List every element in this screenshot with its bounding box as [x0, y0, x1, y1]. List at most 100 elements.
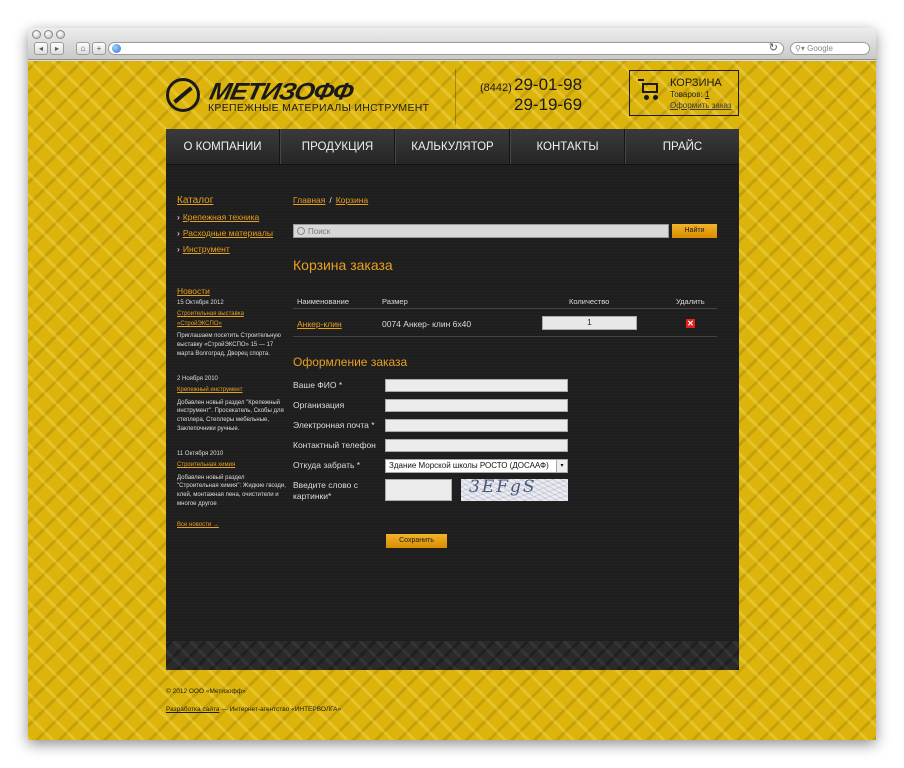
menu-item-products[interactable]: ПРОДУКЦИЯ — [280, 129, 395, 164]
home-button[interactable]: ⌂ — [76, 42, 90, 55]
news-item: 2 Ноября 2010 Крепежный инструмент Добав… — [177, 376, 287, 433]
organization-label: Организация — [293, 400, 345, 410]
cart-count: Товаров: 1 — [670, 90, 710, 99]
forward-button[interactable]: ▸ — [50, 42, 64, 55]
breadcrumb-home[interactable]: Главная — [293, 195, 325, 205]
col-qty: Количество — [569, 297, 610, 306]
minimize-window-button[interactable] — [44, 30, 53, 39]
news-item: 11 Октября 2010 Строительная химия Добав… — [177, 451, 287, 508]
news-text: Добавлен новый раздел "Крепежный инструм… — [177, 399, 284, 432]
developer-text: — Интернет-агентство «ИНТЕРВОЛГА» — [221, 706, 342, 713]
window-controls — [32, 30, 65, 39]
phone-2: 29-19-69 — [514, 95, 583, 114]
table-header: Наименование Размер Количество Удалить — [293, 293, 717, 309]
developer-link[interactable]: Разработка сайта — [166, 706, 219, 713]
page-background: МЕТИЗОФФ КРЕПЕЖНЫЕ МАТЕРИАЛЫ ИНСТРУМЕНТ … — [28, 61, 876, 740]
cart-count-link[interactable]: 1 — [705, 90, 709, 99]
catalog-title[interactable]: Каталог — [177, 195, 287, 206]
catalog-item[interactable]: › Крепежная техника — [177, 212, 287, 222]
home-icon: ⌂ — [80, 44, 86, 53]
cart-heading: Корзина заказа — [293, 257, 393, 273]
search-engine-icon: ⚲▾ — [795, 44, 808, 53]
table-row: Анкер-клин 0074 Анкер- клин 6х40 1 ✕ — [293, 309, 717, 337]
checkout-link[interactable]: Оформить заказ — [670, 101, 732, 110]
main-menu: О КОМПАНИИ ПРОДУКЦИЯ КАЛЬКУЛЯТОР КОНТАКТ… — [166, 129, 739, 165]
search-button[interactable]: Найти — [672, 224, 717, 238]
news-headline[interactable]: Строительная химия — [177, 460, 287, 470]
menu-item-price[interactable]: ПРАЙС — [625, 129, 739, 164]
news-date: 15 Октября 2012 — [177, 300, 224, 306]
news-headline[interactable]: Строительная выставка «СтройЭКСПО» — [177, 309, 287, 329]
site-logo[interactable]: МЕТИЗОФФ КРЕПЕЖНЫЕ МАТЕРИАЛЫ ИНСТРУМЕНТ — [166, 76, 429, 116]
news-text: Добавлен новый раздел "Строительная хими… — [177, 474, 286, 507]
all-news-link[interactable]: Все новости → — [177, 522, 287, 528]
chevron-right-icon: › — [177, 244, 180, 254]
breadcrumb-current[interactable]: Корзина — [336, 195, 368, 205]
chevron-right-icon: › — [177, 212, 180, 222]
browser-search-field[interactable]: ⚲▾ Google — [790, 42, 870, 55]
sidebar: Каталог › Крепежная техника › Расходные ма… — [177, 195, 287, 528]
address-bar[interactable]: ↻ — [108, 42, 784, 55]
news-date: 2 Ноября 2010 — [177, 376, 218, 383]
order-form: Ваше ФИО * Организация Электронная почта… — [293, 379, 717, 548]
site-search — [293, 224, 669, 238]
form-row: Контактный телефон — [293, 439, 717, 459]
phone-field[interactable] — [385, 439, 568, 452]
cart-icon — [638, 79, 662, 101]
search-icon — [297, 227, 305, 235]
save-button[interactable]: Сохранить — [386, 534, 447, 548]
phone-label: Контактный телефон — [293, 440, 376, 450]
captcha-field[interactable] — [385, 479, 452, 501]
news-title[interactable]: Новости — [177, 286, 287, 296]
form-row: Ваше ФИО * — [293, 379, 717, 399]
news-item: 15 Октября 2012 Строительная выставка «С… — [177, 300, 287, 358]
pickup-value: Здание Морской школы РОСТО (ДОСААФ) — [389, 461, 549, 470]
pickup-select[interactable]: Здание Морской школы РОСТО (ДОСААФ) ▾ — [385, 459, 568, 473]
product-link[interactable]: Анкер-клин — [297, 319, 342, 329]
form-row: Организация — [293, 399, 717, 419]
browser-window: ◂ ▸ ⌂ + ↻ ⚲▾ Google МЕТИЗОФФ КРЕПЕЖНЫЕ М… — [28, 28, 876, 740]
back-button[interactable]: ◂ — [34, 42, 48, 55]
copyright: © 2012 ООО «Метизофф» — [166, 688, 246, 695]
search-input[interactable] — [308, 225, 658, 237]
organization-field[interactable] — [385, 399, 568, 412]
close-window-button[interactable] — [32, 30, 41, 39]
news-text: Приглашаем посетить Строительную выставк… — [177, 333, 281, 357]
page-footer: © 2012 ООО «Метизофф» Разработка сайта —… — [166, 688, 341, 713]
email-label: Электронная почта * — [293, 420, 375, 430]
menu-item-contacts[interactable]: КОНТАКТЫ — [510, 129, 625, 164]
add-bookmark-button[interactable]: + — [92, 42, 106, 55]
catalog-item[interactable]: › Инструмент — [177, 244, 287, 254]
product-size: 0074 Анкер- клин 6х40 — [382, 319, 472, 329]
cart-title: КОРЗИНА — [670, 77, 722, 89]
reload-icon[interactable]: ↻ — [769, 41, 778, 54]
phone-code: (8442) — [480, 82, 512, 94]
email-field[interactable] — [385, 419, 568, 432]
captcha-image: 3EFgS — [461, 479, 568, 501]
catalog-item[interactable]: › Расходные материалы — [177, 228, 287, 238]
col-delete: Удалить — [676, 297, 705, 306]
chevron-down-icon: ▾ — [556, 460, 567, 472]
name-field[interactable] — [385, 379, 568, 392]
quantity-input[interactable]: 1 — [542, 316, 637, 330]
phone-1: 29-01-98 — [514, 75, 583, 94]
browser-search-placeholder: Google — [807, 44, 833, 53]
cart-widget[interactable]: КОРЗИНА Товаров: 1 Оформить заказ — [629, 70, 739, 116]
name-label: Ваше ФИО * — [293, 380, 343, 390]
delete-icon[interactable]: ✕ — [686, 319, 695, 328]
breadcrumb: Главная / Корзина — [293, 195, 717, 205]
pickup-label: Откуда забрать * — [293, 460, 361, 470]
zoom-window-button[interactable] — [56, 30, 65, 39]
menu-item-about[interactable]: О КОМПАНИИ — [166, 129, 280, 164]
nav-buttons: ◂ ▸ ⌂ + — [34, 42, 106, 55]
form-row: Откуда забрать * Здание Морской школы РО… — [293, 459, 717, 479]
main-content: Главная / Корзина Найти Корзина заказа Наи… — [293, 195, 717, 548]
plus-icon: + — [96, 44, 102, 53]
col-size: Размер — [382, 297, 408, 306]
news-headline[interactable]: Крепежный инструмент — [177, 385, 287, 395]
content-panel: О КОМПАНИИ ПРОДУКЦИЯ КАЛЬКУЛЯТОР КОНТАКТ… — [166, 129, 739, 670]
menu-item-calculator[interactable]: КАЛЬКУЛЯТОР — [395, 129, 510, 164]
footer-band — [166, 641, 739, 670]
globe-icon — [112, 44, 121, 53]
news-date: 11 Октября 2010 — [177, 451, 224, 458]
